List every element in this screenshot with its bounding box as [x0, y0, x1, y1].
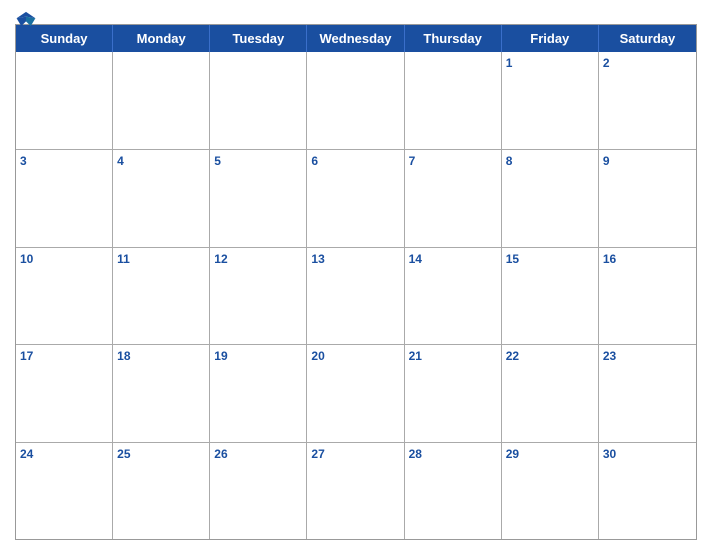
day-cell-21: 21	[405, 345, 502, 441]
day-cell-27: 27	[307, 443, 404, 539]
calendar-body: 1234567891011121314151617181920212223242…	[16, 52, 696, 539]
day-cell-24: 24	[16, 443, 113, 539]
calendar-page: Sunday Monday Tuesday Wednesday Thursday…	[0, 0, 712, 550]
day-cell-30: 30	[599, 443, 696, 539]
day-cell-23: 23	[599, 345, 696, 441]
day-cell-6: 6	[307, 150, 404, 246]
header-wednesday: Wednesday	[307, 25, 404, 52]
day-number: 21	[409, 348, 497, 365]
day-cell-5: 5	[210, 150, 307, 246]
day-number: 13	[311, 251, 399, 268]
day-cell-8: 8	[502, 150, 599, 246]
day-cell-11: 11	[113, 248, 210, 344]
day-number: 30	[603, 446, 692, 463]
week-row-1: 12	[16, 52, 696, 149]
day-cell-10: 10	[16, 248, 113, 344]
day-cell-19: 19	[210, 345, 307, 441]
day-cell-9: 9	[599, 150, 696, 246]
day-cell-empty	[210, 52, 307, 149]
day-number: 14	[409, 251, 497, 268]
day-number: 24	[20, 446, 108, 463]
day-number: 29	[506, 446, 594, 463]
day-number: 15	[506, 251, 594, 268]
day-cell-18: 18	[113, 345, 210, 441]
day-number: 20	[311, 348, 399, 365]
day-number: 26	[214, 446, 302, 463]
day-number: 25	[117, 446, 205, 463]
day-cell-25: 25	[113, 443, 210, 539]
week-row-2: 3456789	[16, 149, 696, 246]
day-number: 17	[20, 348, 108, 365]
day-number: 7	[409, 153, 497, 170]
day-number: 10	[20, 251, 108, 268]
day-cell-16: 16	[599, 248, 696, 344]
calendar-header	[15, 10, 697, 18]
header-monday: Monday	[113, 25, 210, 52]
day-cell-17: 17	[16, 345, 113, 441]
day-number: 16	[603, 251, 692, 268]
day-cell-2: 2	[599, 52, 696, 149]
header-friday: Friday	[502, 25, 599, 52]
logo-area	[15, 10, 39, 28]
day-number: 22	[506, 348, 594, 365]
day-cell-29: 29	[502, 443, 599, 539]
day-number: 3	[20, 153, 108, 170]
day-cell-28: 28	[405, 443, 502, 539]
day-cell-22: 22	[502, 345, 599, 441]
day-cell-26: 26	[210, 443, 307, 539]
day-number: 8	[506, 153, 594, 170]
day-number: 5	[214, 153, 302, 170]
day-headers-row: Sunday Monday Tuesday Wednesday Thursday…	[16, 25, 696, 52]
header-saturday: Saturday	[599, 25, 696, 52]
week-row-3: 10 11 12 13 14 15 16	[16, 247, 696, 344]
day-number: 2	[603, 55, 692, 72]
day-cell-7: 7	[405, 150, 502, 246]
week-row-5: 24 25 26 27 28 29 30	[16, 442, 696, 539]
day-number: 12	[214, 251, 302, 268]
day-number: 27	[311, 446, 399, 463]
header-tuesday: Tuesday	[210, 25, 307, 52]
header-sunday: Sunday	[16, 25, 113, 52]
day-cell-13: 13	[307, 248, 404, 344]
day-cell-1: 1	[502, 52, 599, 149]
day-cell-empty	[16, 52, 113, 149]
day-cell-14: 14	[405, 248, 502, 344]
day-cell-15: 15	[502, 248, 599, 344]
day-cell-12: 12	[210, 248, 307, 344]
week-row-4: 17 18 19 20 21 22 23	[16, 344, 696, 441]
day-number: 28	[409, 446, 497, 463]
day-number: 19	[214, 348, 302, 365]
day-cell-empty	[405, 52, 502, 149]
day-cell-4: 4	[113, 150, 210, 246]
day-cell-empty	[307, 52, 404, 149]
day-cell-20: 20	[307, 345, 404, 441]
calendar-grid: Sunday Monday Tuesday Wednesday Thursday…	[15, 24, 697, 540]
day-number: 6	[311, 153, 399, 170]
header-thursday: Thursday	[405, 25, 502, 52]
day-number: 4	[117, 153, 205, 170]
day-number: 1	[506, 55, 594, 72]
day-number: 9	[603, 153, 692, 170]
day-number: 18	[117, 348, 205, 365]
day-cell-3: 3	[16, 150, 113, 246]
day-number: 11	[117, 251, 205, 268]
day-number: 23	[603, 348, 692, 365]
day-cell-empty	[113, 52, 210, 149]
logo-bird-icon	[15, 10, 37, 28]
